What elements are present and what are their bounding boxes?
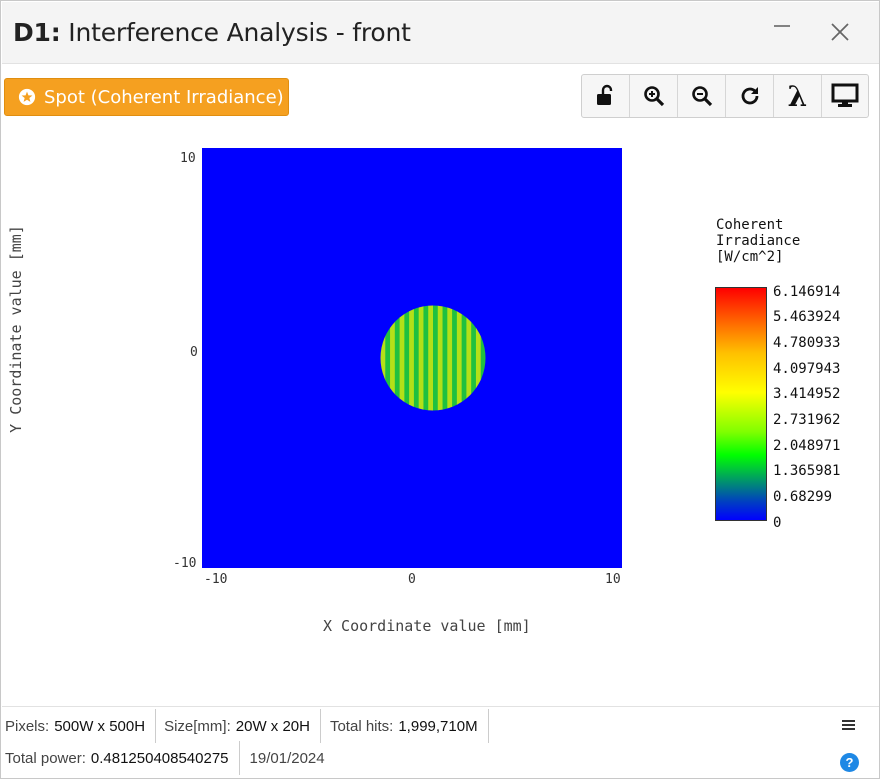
colorbar-title-line-3: [W/cm^2] xyxy=(716,249,784,265)
heatmap-svg xyxy=(380,305,486,411)
pixels-value: 500W x 500H xyxy=(54,717,146,735)
fringe-stripe xyxy=(390,305,396,411)
fringe-stripe xyxy=(409,305,415,411)
fringe-stripe xyxy=(475,305,482,411)
status-row-1: Pixels: 500W x 500H Size[mm]: 20W x 20H To… xyxy=(2,709,489,743)
colorbar-tick: 4.780933 xyxy=(773,335,841,351)
interference-spot xyxy=(380,305,486,411)
colorbar-title-line-1: Coherent xyxy=(716,217,784,233)
fringe-stripe xyxy=(437,305,443,411)
hits-cell: Total hits: 1,999,710M xyxy=(321,709,489,743)
hits-label: Total hits: xyxy=(329,717,394,735)
y-axis-title: Y Coordinate value [mm] xyxy=(7,225,25,433)
zoom-out-icon xyxy=(691,86,712,107)
heatmap-plot[interactable] xyxy=(202,148,622,568)
lambda-icon: λ xyxy=(787,79,808,113)
fringe-stripe xyxy=(413,305,420,411)
window-title-text: Interference Analysis - front xyxy=(60,18,411,47)
fringe-stripe xyxy=(442,305,448,411)
refresh-icon xyxy=(741,87,758,105)
colorbar-tick: 0.68299 xyxy=(773,489,833,505)
power-cell: Total power: 0.481250408540275 xyxy=(2,741,240,775)
spot-button-label: Spot (Coherent Irradiance) xyxy=(44,86,284,108)
colorbar-title-line-2: Irradiance xyxy=(716,233,801,249)
pixels-label: Pixels: xyxy=(5,717,50,735)
power-value: 0.481250408540275 xyxy=(90,749,229,767)
fringe-stripe xyxy=(471,305,477,411)
menu-icon[interactable] xyxy=(840,717,858,738)
fringe-stripe xyxy=(385,305,391,411)
minimize-button[interactable] xyxy=(762,14,802,50)
y-tick-top: 10 xyxy=(180,151,196,166)
wavelength-button[interactable]: λ xyxy=(774,75,822,117)
colorbar-tick: 3.414952 xyxy=(773,386,841,402)
zoom-in-button[interactable] xyxy=(630,75,678,117)
x-tick-left: -10 xyxy=(204,572,228,587)
x-tick-mid: 0 xyxy=(408,572,416,587)
title-bar: D1: Interference Analysis - front xyxy=(2,2,879,64)
status-row-2: Total power: 0.481250408540275 19/01/2024 xyxy=(2,741,335,775)
fringe-stripe xyxy=(466,305,472,411)
colorbar-tick: 2.048971 xyxy=(773,438,841,454)
star-icon xyxy=(18,88,36,106)
y-tick-bottom: -10 xyxy=(173,556,197,571)
date-cell: 19/01/2024 xyxy=(240,741,335,775)
zoom-in-icon xyxy=(643,86,664,107)
x-tick-right: 10 xyxy=(605,572,621,587)
window-title-id: D1: xyxy=(13,18,61,47)
colorbar-tick: 5.463924 xyxy=(773,309,841,325)
refresh-button[interactable] xyxy=(726,75,774,117)
size-value: 20W x 20H xyxy=(235,717,310,735)
window-title: D1: Interference Analysis - front xyxy=(13,18,411,47)
display-button[interactable] xyxy=(822,75,868,117)
fringe-stripe xyxy=(461,305,467,411)
size-label: Size[mm]: xyxy=(164,717,231,735)
help-icon[interactable]: ? xyxy=(840,753,859,772)
unlock-button[interactable] xyxy=(582,75,630,117)
status-bar: Pixels: 500W x 500H Size[mm]: 20W x 20H To… xyxy=(2,706,879,779)
spot-coherent-irradiance-button[interactable]: Spot (Coherent Irradiance) xyxy=(4,78,289,116)
colorbar-tick: 6.146914 xyxy=(773,284,841,300)
interference-analysis-window: D1: Interference Analysis - front Spot (… xyxy=(0,0,880,779)
unlock-icon xyxy=(596,84,612,105)
fringe-stripe xyxy=(394,305,400,411)
pixels-cell: Pixels: 500W x 500H xyxy=(2,709,157,743)
power-label: Total power: xyxy=(5,749,86,767)
plot-toolbar: λ xyxy=(581,74,869,118)
date-value: 19/01/2024 xyxy=(249,749,325,767)
x-axis-title: X Coordinate value [mm] xyxy=(323,617,531,635)
y-tick-mid: 0 xyxy=(190,345,198,360)
fringe-stripe xyxy=(399,305,405,411)
fringe-stripe xyxy=(423,305,429,411)
colorbar-tick: 2.731962 xyxy=(773,412,841,428)
size-cell: Size[mm]: 20W x 20H xyxy=(156,709,321,743)
fringe-stripe xyxy=(380,305,386,411)
fringe-stripe xyxy=(404,305,410,411)
fringe-stripe xyxy=(447,305,453,411)
display-icon xyxy=(831,83,859,107)
colorbar-tick: 0 xyxy=(773,515,782,531)
colorbar-title: Coherent Irradiance [W/cm^2] xyxy=(716,217,800,265)
hits-value: 1,999,710M xyxy=(398,717,478,735)
fringe-stripe xyxy=(428,305,434,411)
minimize-icon xyxy=(774,25,790,27)
fringe-stripe xyxy=(418,305,424,411)
colorbar-tick: 1.365981 xyxy=(773,463,841,479)
zoom-out-button[interactable] xyxy=(678,75,726,117)
colorbar-tick: 4.097943 xyxy=(773,361,841,377)
fringe-stripe xyxy=(456,305,463,411)
fringe-stripe xyxy=(452,305,458,411)
close-icon xyxy=(831,23,849,41)
colorbar xyxy=(715,287,767,521)
fringe-stripe xyxy=(480,305,486,411)
close-button[interactable] xyxy=(820,14,860,50)
fringe-stripe xyxy=(433,305,439,411)
